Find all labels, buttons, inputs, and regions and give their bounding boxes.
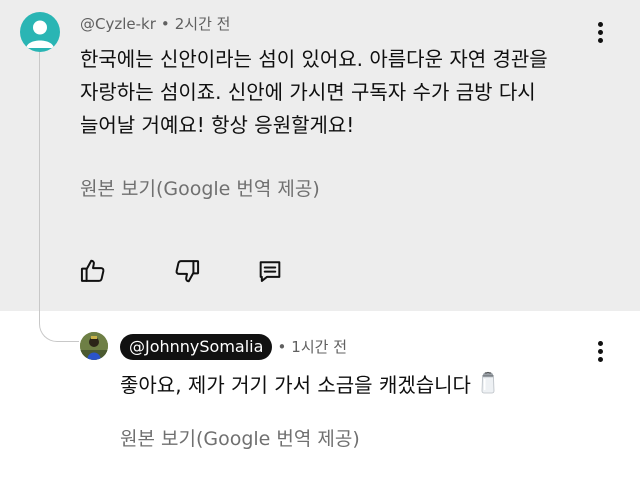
comment-text: 한국에는 신안이라는 섬이 있어요. 아름다운 자연 경관을 자랑하는 섬이죠.… xyxy=(80,43,600,142)
comment-reply-icon xyxy=(259,261,281,282)
like-button[interactable] xyxy=(78,256,108,286)
salt-shaker-icon xyxy=(479,368,497,402)
see-original-link[interactable]: 원본 보기(Google 번역 제공) xyxy=(80,176,320,202)
dislike-button[interactable] xyxy=(172,256,202,286)
author-handle[interactable]: @Cyzle-kr xyxy=(80,15,156,33)
thumbs-up-icon xyxy=(80,259,105,282)
reply-meta: @JohnnySomalia • 1시간 전 xyxy=(120,334,347,360)
comment-text-line: 늘어날 거예요! 항상 응원할게요! xyxy=(80,113,355,137)
more-vertical-icon[interactable] xyxy=(588,18,612,46)
meta-separator: • xyxy=(160,15,170,33)
comment-text-line: 자랑하는 섬이죠. 신안에 가시면 구독자 수가 금방 다시 xyxy=(80,80,536,104)
author-handle-badge[interactable]: @JohnnySomalia xyxy=(120,334,273,360)
top-comment: @Cyzle-kr • 2시간 전 한국에는 신안이라는 섬이 있어요. 아름다운 … xyxy=(0,0,640,311)
reply-avatar[interactable] xyxy=(80,332,108,360)
timestamp[interactable]: 2시간 전 xyxy=(175,15,231,33)
default-user-icon xyxy=(26,20,54,48)
comment-meta: @Cyzle-kr • 2시간 전 xyxy=(80,14,230,34)
see-original-link[interactable]: 원본 보기(Google 번역 제공) xyxy=(120,426,360,452)
more-vertical-icon[interactable] xyxy=(588,337,612,365)
reply-button[interactable] xyxy=(255,256,285,286)
comment-text-line: 한국에는 신안이라는 섬이 있어요. 아름다운 자연 경관을 xyxy=(80,47,548,71)
thumbs-down-icon xyxy=(175,260,200,283)
reply-text-content: 좋아요, 제가 거기 가서 소금을 캐겠습니다 xyxy=(120,373,471,397)
timestamp[interactable]: 1시간 전 xyxy=(291,334,347,360)
avatar-photo xyxy=(80,332,108,360)
comment-thread: @Cyzle-kr • 2시간 전 한국에는 신안이라는 섬이 있어요. 아름다운 … xyxy=(0,0,640,481)
reply-text: 좋아요, 제가 거기 가서 소금을 캐겠습니다 xyxy=(120,368,497,402)
meta-separator: • xyxy=(277,338,287,356)
avatar[interactable] xyxy=(20,12,60,52)
